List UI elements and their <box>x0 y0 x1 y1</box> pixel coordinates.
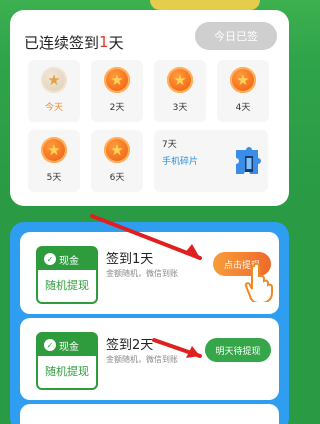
star-coin-icon: ★ <box>41 137 67 163</box>
puzzle-phone-icon <box>236 147 261 174</box>
day-label: 2天 <box>109 103 125 113</box>
wechat-icon: ✓ <box>44 253 56 265</box>
day-label: 今天 <box>44 103 63 113</box>
header-decoration <box>150 0 260 10</box>
day-label: 4天 <box>235 103 251 113</box>
wechat-icon: ✓ <box>44 339 56 351</box>
day-item-7: 7天 手机碎片 <box>154 130 268 192</box>
cash-badge-top: 现金 <box>59 341 79 353</box>
signed-today-button[interactable]: 今日已签 <box>195 22 277 50</box>
reward-card-3 <box>20 404 279 424</box>
star-coin-icon: ★ <box>104 67 130 93</box>
day7-label: 7天 <box>162 140 177 150</box>
streak-suffix: 天 <box>108 33 124 52</box>
pointing-hand-icon <box>244 262 273 302</box>
day-item-4: ★ 4天 <box>217 60 269 122</box>
reward-title: 签到2天 <box>106 338 154 353</box>
day-item-1: ★ 今天 <box>28 60 80 122</box>
day-label: 6天 <box>109 173 125 183</box>
star-coin-icon: ★ <box>104 137 130 163</box>
cash-badge-bottom: 随机提现 <box>45 365 89 378</box>
star-coin-icon: ★ <box>167 67 193 93</box>
star-coin-icon: ★ <box>41 67 67 93</box>
streak-text: 已连续签到 1 天 <box>24 32 124 52</box>
day-item-2: ★ 2天 <box>91 60 143 122</box>
cash-badge: ✓ 现金 随机提现 <box>36 332 98 390</box>
day-item-5: ★ 5天 <box>28 130 80 192</box>
streak-prefix: 已连续签到 <box>24 33 100 52</box>
signin-card: 已连续签到 1 天 今日已签 ★ 今天 ★ 2天 ★ 3天 ★ 4天 ★ 5天 … <box>10 10 289 206</box>
cash-badge-bottom: 随机提现 <box>45 279 89 292</box>
day-item-3: ★ 3天 <box>154 60 206 122</box>
star-coin-icon: ★ <box>230 67 256 93</box>
day-label: 5天 <box>46 173 62 183</box>
red-arrow-icon <box>152 338 202 358</box>
red-arrow-icon <box>90 214 202 260</box>
streak-days: 1 <box>99 33 109 51</box>
tomorrow-withdraw-button[interactable]: 明天待提现 <box>205 338 271 362</box>
day-item-6: ★ 6天 <box>91 130 143 192</box>
cash-badge-top: 现金 <box>59 255 79 267</box>
day7-reward: 手机碎片 <box>162 157 199 167</box>
day-label: 3天 <box>172 103 188 113</box>
